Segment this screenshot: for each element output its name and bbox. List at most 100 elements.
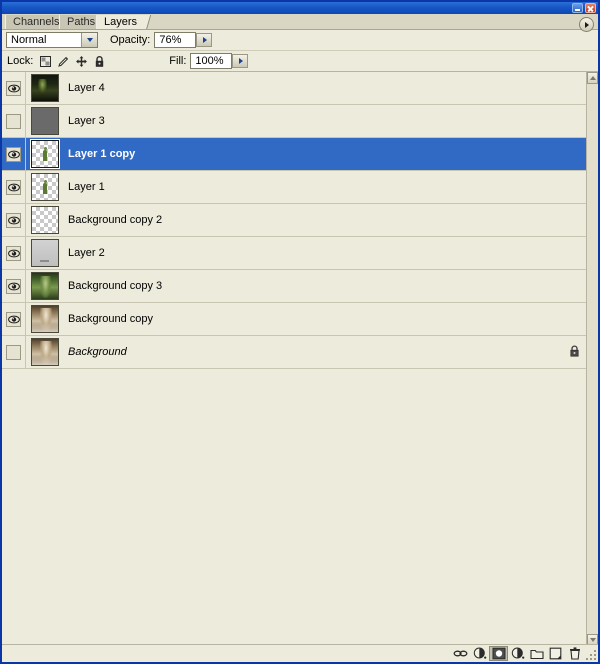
layer-thumbnail[interactable] [31,206,59,234]
eye-icon[interactable] [6,146,21,162]
layer-thumbnail-cell[interactable] [26,107,64,135]
layer-thumbnail[interactable] [31,305,59,333]
layer-thumbnail[interactable] [31,107,59,135]
fill-input[interactable]: 100% [190,53,249,69]
layer-row[interactable]: Background [2,335,586,369]
layer-row[interactable]: Background copy [2,302,586,336]
layer-visibility-toggle[interactable] [2,170,26,204]
layer-visibility-toggle[interactable] [2,72,26,105]
layer-visibility-toggle[interactable] [2,302,26,336]
minimize-icon[interactable] [572,3,583,13]
tab-paths-label: Paths [67,16,96,28]
lock-image-pixels-icon[interactable] [57,55,70,68]
resize-grip[interactable] [586,650,596,660]
tab-layers[interactable]: Layers [96,15,146,29]
layer-visibility-toggle[interactable] [2,137,26,171]
layer-thumbnail-cell[interactable] [26,173,64,201]
layer-thumbnail-cell[interactable] [26,305,64,333]
opacity-input[interactable]: 76% [154,32,213,48]
lock-button-group [39,55,106,68]
lock-transparent-pixels-icon[interactable] [39,55,52,68]
layer-name[interactable]: Background copy [64,313,562,325]
layer-visibility-toggle[interactable] [2,335,26,369]
layers-bottom-toolbar [2,644,598,662]
eye-icon[interactable] [6,179,21,195]
layer-thumbnail-cell[interactable] [26,206,64,234]
opacity-slider-arrow-icon[interactable] [196,33,213,47]
layer-visibility-toggle[interactable] [2,236,26,270]
lock-icon [569,344,580,360]
blend-opacity-row: Normal Opacity: 76% [2,30,598,50]
scroll-up-arrow-icon[interactable] [587,72,598,84]
layers-rows: Layer 4 Layer 3 Layer 1 copy Layer 1 Backgro… [2,72,586,369]
layer-visibility-toggle[interactable] [2,203,26,237]
lock-label: Lock: [7,55,34,67]
layers-list[interactable]: Layer 4 Layer 3 Layer 1 copy Layer 1 Backgro… [2,72,598,646]
layer-thumbnail[interactable] [31,140,59,168]
layer-name[interactable]: Layer 2 [64,247,562,259]
eye-icon[interactable] [6,113,21,129]
lock-all-icon[interactable] [93,55,106,68]
layer-thumbnail-cell[interactable] [26,338,64,366]
layer-thumbnail[interactable] [31,239,59,267]
layer-name[interactable]: Background [64,346,562,358]
fill-slider-arrow-icon[interactable] [232,54,249,68]
layer-thumbnail-cell[interactable] [26,74,64,102]
layers-scrollbar[interactable] [586,72,598,646]
layer-row[interactable]: Layer 1 [2,170,586,204]
eye-icon[interactable] [6,278,21,294]
eye-icon[interactable] [6,212,21,228]
layer-row[interactable]: Background copy 2 [2,203,586,237]
layer-visibility-toggle[interactable] [2,269,26,303]
layer-row[interactable]: Layer 1 copy [2,137,586,171]
tab-channels-label: Channels [13,16,60,28]
layer-name[interactable]: Layer 1 [64,181,562,193]
layer-thumbnail[interactable] [31,74,59,102]
lock-position-icon[interactable] [75,55,88,68]
blend-mode-select[interactable]: Normal [6,32,98,48]
eye-icon[interactable] [6,311,21,327]
layer-row[interactable]: Background copy 3 [2,269,586,303]
layer-style-fx-icon[interactable] [470,646,489,661]
adjustment-layer-icon[interactable] [508,646,527,661]
layer-thumbnail[interactable] [31,338,59,366]
layer-thumbnail[interactable] [31,173,59,201]
delete-trash-icon[interactable] [565,646,584,661]
opacity-label: Opacity: [110,34,151,46]
new-layer-icon[interactable] [546,646,565,661]
layer-name[interactable]: Background copy 2 [64,214,562,226]
layer-thumbnail[interactable] [31,272,59,300]
layer-row[interactable]: Layer 2 [2,236,586,270]
close-icon[interactable] [585,3,596,13]
eye-icon[interactable] [6,245,21,261]
layers-panel-window: Channels Paths Layers Normal Opacity: 76… [0,0,600,664]
new-group-folder-icon[interactable] [527,646,546,661]
layer-name[interactable]: Layer 4 [64,82,562,94]
window-titlebar [2,2,598,14]
layer-name[interactable]: Layer 1 copy [64,148,562,160]
layer-mask-icon[interactable] [489,646,508,661]
panel-tab-strip: Channels Paths Layers [2,14,598,30]
layer-thumbnail-cell[interactable] [26,272,64,300]
scrollbar-track[interactable] [587,84,598,634]
eye-icon[interactable] [6,80,21,96]
tab-layers-label: Layers [104,16,138,28]
layer-name[interactable]: Background copy 3 [64,280,562,292]
link-layers-icon[interactable] [451,646,470,661]
layer-name[interactable]: Layer 3 [64,115,562,127]
fill-value: 100% [195,55,224,67]
layer-row[interactable]: Layer 4 [2,72,586,105]
panel-menu-icon[interactable] [579,17,594,32]
layer-thumbnail-cell[interactable] [26,239,64,267]
thumbnail-figure [43,147,47,161]
blend-mode-value: Normal [11,34,47,46]
chevron-down-icon[interactable] [81,33,97,47]
layer-thumbnail-cell[interactable] [26,140,64,168]
layer-visibility-toggle[interactable] [2,104,26,138]
opacity-value: 76% [159,34,182,46]
lock-fill-row: Lock: Fill: 100% [2,51,598,71]
thumbnail-figure [43,180,47,194]
fill-label: Fill: [169,55,187,67]
layer-row[interactable]: Layer 3 [2,104,586,138]
eye-icon[interactable] [6,344,21,360]
